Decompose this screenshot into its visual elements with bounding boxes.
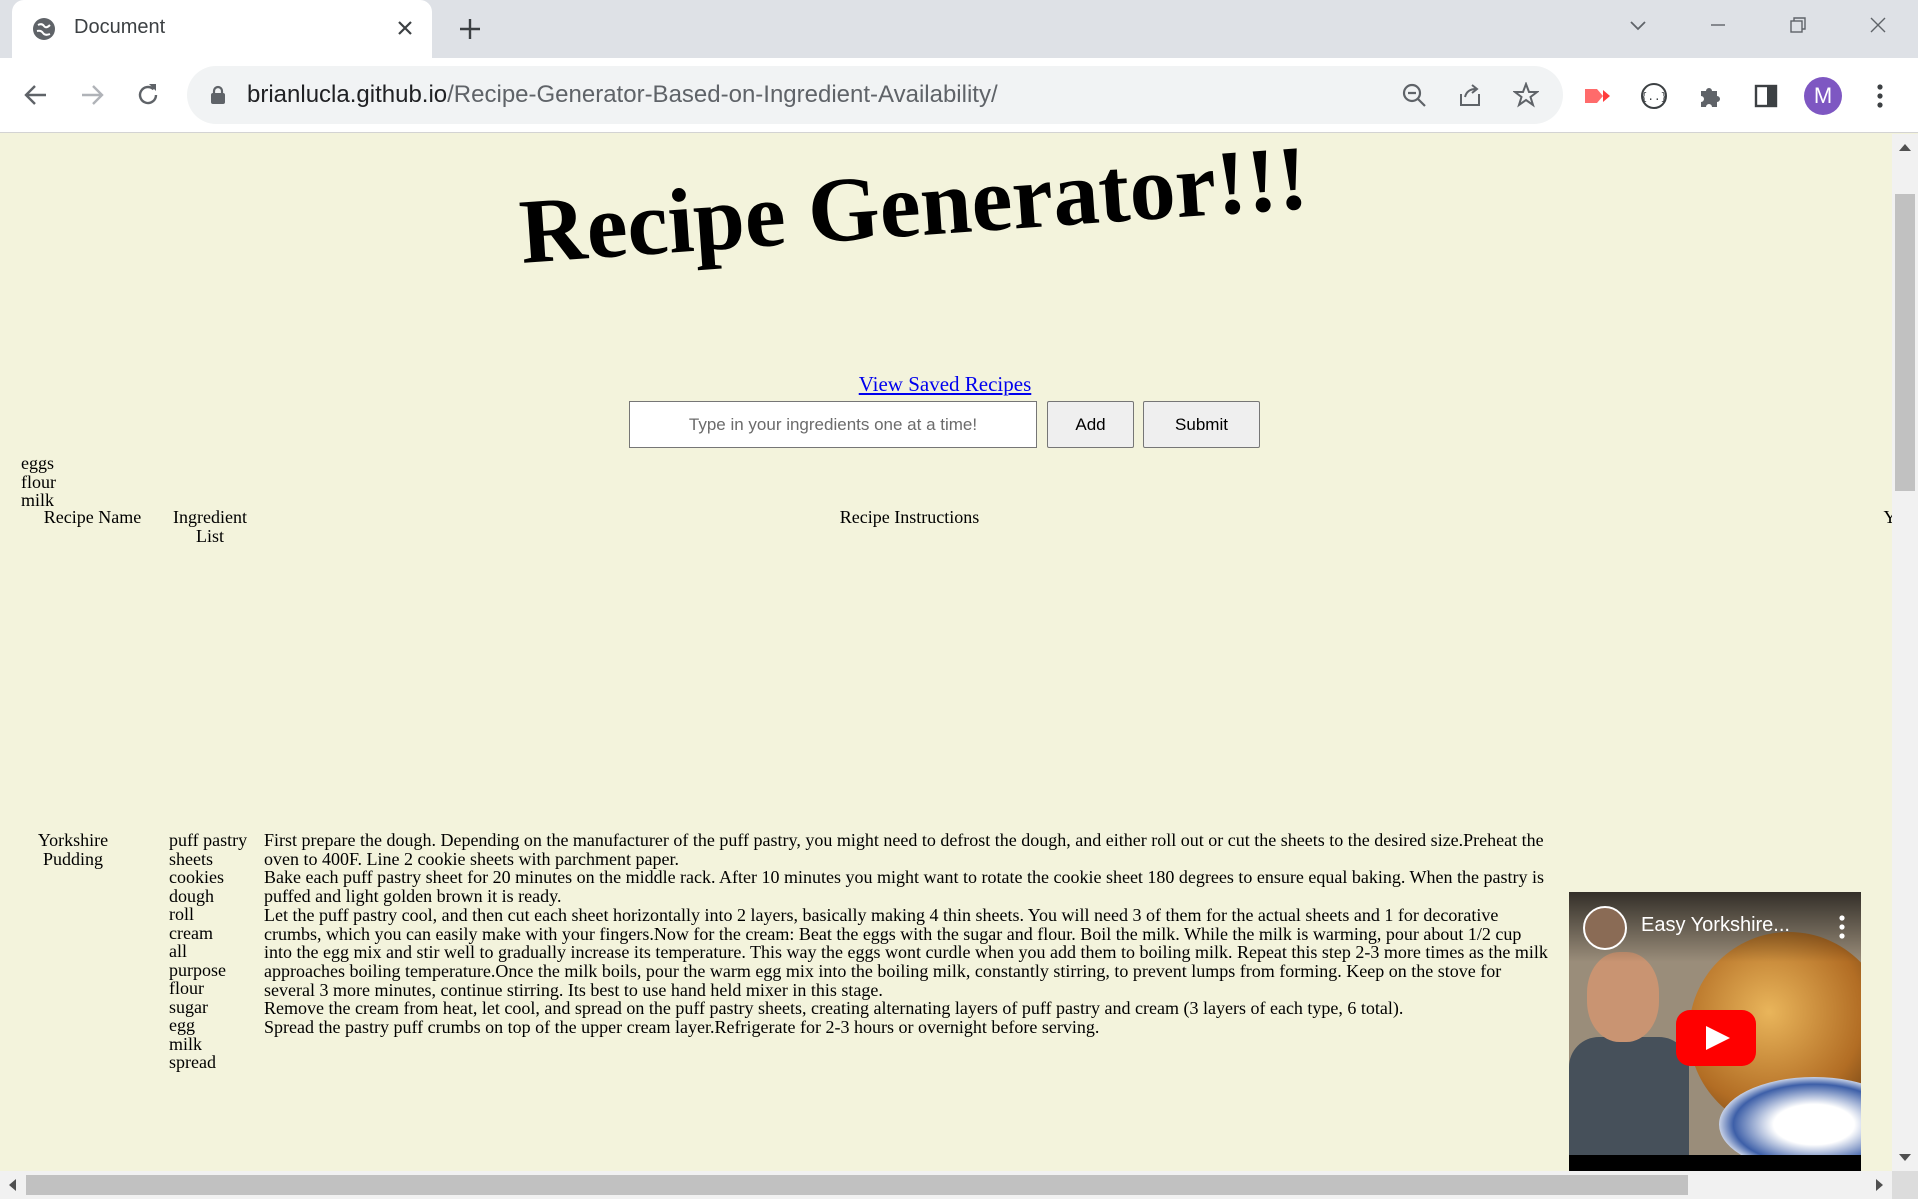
extensions-button[interactable]	[1692, 78, 1728, 114]
browser-toolbar: brianlucla.github.io/Recipe-Generator-Ba…	[0, 58, 1918, 133]
recipe-ingredient: cream	[169, 922, 213, 943]
share-button[interactable]	[1451, 79, 1489, 111]
tab-search-button[interactable]	[1598, 0, 1678, 50]
scroll-left-arrow-icon[interactable]	[9, 1179, 16, 1191]
reload-button[interactable]	[130, 77, 166, 113]
lock-icon[interactable]	[209, 85, 227, 105]
add-button[interactable]: Add	[1047, 401, 1134, 448]
view-saved-recipes-link[interactable]: View Saved Recipes	[859, 372, 1032, 396]
url-host: brianlucla.github.io	[247, 81, 448, 108]
column-header-recipe-name: Recipe Name	[43, 507, 142, 527]
entered-ingredients-list: eggs flour milk	[21, 454, 56, 510]
youtube-play-button[interactable]	[1676, 1010, 1756, 1066]
recipe-ingredient: puff pastry	[169, 830, 248, 850]
avatar[interactable]: M	[1804, 77, 1842, 115]
close-window-button[interactable]	[1838, 0, 1918, 50]
recipe-ingredient: roll	[169, 904, 194, 924]
recipe-name-cell: Yorkshire Pudding	[37, 830, 109, 869]
page-title: Recipe Generator!!!	[516, 134, 1311, 283]
window-controls	[1598, 0, 1918, 50]
instruction-step: Spread the pastry puff crumbs on top of …	[264, 1017, 1100, 1038]
video-bottom-bar	[1569, 1155, 1861, 1171]
side-panel-icon	[1754, 84, 1778, 108]
back-button[interactable]	[18, 77, 54, 113]
horizontal-scroll-thumb[interactable]	[26, 1175, 1688, 1195]
browser-menu-button[interactable]	[1862, 78, 1898, 114]
tab-title: Document	[74, 16, 166, 38]
extensions-area: {..} M	[1580, 77, 1898, 115]
restore-icon	[1790, 17, 1806, 33]
recipe-ingredient: cookies	[169, 867, 224, 887]
recipe-ingredient-list: puff pastry sheets cookies dough roll cr…	[169, 831, 259, 1072]
recipe-ingredient: flour	[169, 978, 204, 998]
column-header-partial: Y	[1883, 507, 1893, 527]
globe-icon	[33, 18, 55, 40]
recipe-ingredient: spread	[169, 1052, 216, 1072]
recipe-ingredient: sheets	[169, 848, 213, 869]
minimize-button[interactable]	[1678, 0, 1758, 50]
recipe-ingredient: milk	[169, 1033, 203, 1054]
recipe-instructions-cell: First prepare the dough. Depending on th…	[264, 831, 1549, 1037]
channel-avatar[interactable]	[1583, 906, 1627, 950]
instruction-step: Remove the cream from heat, let cool, an…	[264, 998, 1404, 1019]
bookmark-button[interactable]	[1507, 79, 1545, 111]
forward-arrow-icon	[82, 85, 104, 105]
page-viewport: Recipe Generator!!! View Saved Recipes A…	[0, 134, 1892, 1171]
ingredient-input[interactable]	[629, 401, 1037, 448]
recipe-ingredient: egg	[169, 1015, 195, 1035]
browser-tab[interactable]: Document	[12, 0, 432, 58]
instruction-step: Bake each puff pastry sheet for 20 minut…	[264, 867, 1544, 907]
address-bar[interactable]: brianlucla.github.io/Recipe-Generator-Ba…	[187, 66, 1563, 124]
address-bar-actions	[1395, 79, 1545, 111]
instruction-step: First prepare the dough. Depending on th…	[264, 830, 1544, 869]
kebab-menu-icon[interactable]	[1837, 914, 1847, 940]
share-icon	[1460, 84, 1480, 106]
code-braces-icon: {..}	[1641, 83, 1668, 109]
url-text: brianlucla.github.io/Recipe-Generator-Ba…	[247, 81, 998, 109]
vertical-scroll-thumb[interactable]	[1895, 194, 1915, 491]
close-icon	[1870, 17, 1886, 33]
video-title[interactable]: Easy Yorkshire...	[1641, 914, 1790, 937]
video-thumbnail-person	[1569, 1037, 1689, 1171]
recipe-ingredient: purpose	[169, 959, 226, 980]
column-header-ingredient-list: Ingredient List	[173, 507, 247, 546]
url-path: /Recipe-Generator-Based-on-Ingredient-Av…	[447, 81, 998, 108]
entered-ingredient: flour	[21, 471, 56, 492]
video-thumbnail-person-head	[1587, 952, 1659, 1042]
close-icon[interactable]	[392, 15, 418, 41]
scroll-down-arrow-icon[interactable]	[1899, 1154, 1911, 1161]
recipe-ingredient: dough	[169, 885, 214, 906]
scroll-right-arrow-icon[interactable]	[1876, 1179, 1883, 1191]
reload-icon	[138, 84, 158, 105]
scroll-up-arrow-icon[interactable]	[1899, 144, 1911, 151]
puzzle-icon	[1701, 88, 1720, 107]
plus-icon[interactable]	[455, 14, 485, 44]
restore-button[interactable]	[1758, 0, 1838, 50]
side-panel-button[interactable]	[1748, 78, 1784, 114]
star-icon	[1513, 82, 1539, 108]
column-header-recipe-instructions: Recipe Instructions	[839, 507, 980, 527]
instruction-step: Let the puff pastry cool, and then cut e…	[264, 904, 1548, 1000]
vertical-scrollbar[interactable]	[1892, 134, 1918, 1171]
forward-button[interactable]	[74, 77, 110, 113]
recipe-ingredient: all	[169, 941, 187, 961]
submit-button[interactable]: Submit	[1143, 401, 1260, 448]
entered-ingredient: eggs	[21, 453, 54, 473]
zoom-out-icon	[1402, 83, 1426, 107]
svg-text:{..}: {..}	[1641, 90, 1668, 103]
zoom-button[interactable]	[1395, 79, 1433, 111]
recipe-ingredient: sugar	[169, 996, 208, 1017]
tab-strip: Document	[0, 0, 1918, 58]
extension-button[interactable]: {..}	[1636, 78, 1672, 114]
scrollbar-corner	[1892, 1171, 1918, 1199]
kebab-menu-icon	[1877, 84, 1883, 108]
extension-red-icon	[1585, 89, 1610, 103]
youtube-video-embed[interactable]: Easy Yorkshire...	[1569, 892, 1861, 1171]
extension-button[interactable]	[1580, 78, 1616, 114]
chevron-down-icon	[1630, 21, 1646, 31]
horizontal-scrollbar[interactable]	[0, 1171, 1892, 1199]
view-saved-recipes-link-wrapper: View Saved Recipes	[0, 372, 1890, 397]
back-arrow-icon	[24, 85, 46, 105]
minimize-icon	[1711, 24, 1725, 26]
